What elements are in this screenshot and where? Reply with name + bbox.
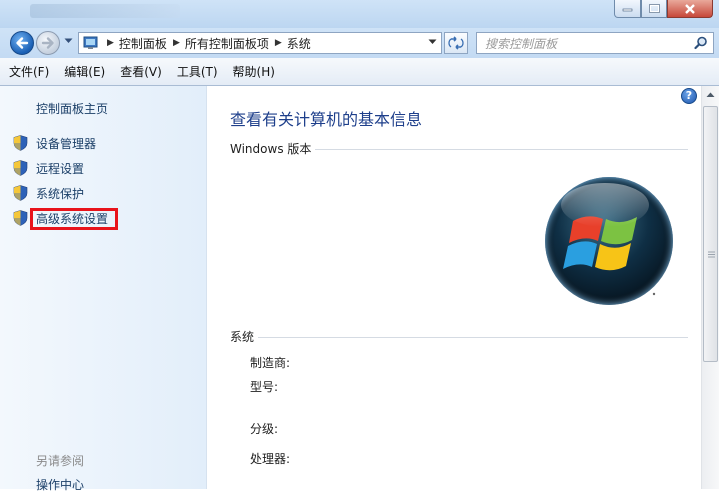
page-title: 查看有关计算机的基本信息 [230, 110, 423, 129]
content-pane: ? 查看有关计算机的基本信息 Windows 版本 系统 制造商: 型号: 分级… [207, 86, 701, 489]
minimize-icon [622, 8, 633, 11]
back-arrow-icon [16, 37, 29, 49]
minimize-button[interactable] [614, 0, 641, 18]
sidebar-item-device-manager[interactable]: 设备管理器 [13, 134, 96, 152]
refresh-icon [448, 36, 464, 50]
breadcrumb-item[interactable]: 所有控制面板项 ▶ [185, 35, 287, 52]
menu-view[interactable]: 查看(V) [120, 63, 162, 80]
menu-tools[interactable]: 工具(T) [177, 63, 218, 80]
scroll-up-arrow-icon[interactable] [704, 88, 717, 102]
breadcrumb-separator-icon[interactable]: ▶ [173, 38, 180, 48]
uac-shield-icon [13, 135, 28, 151]
menu-help[interactable]: 帮助(H) [233, 63, 275, 80]
sidebar-item-action-center[interactable]: 操作中心 [36, 476, 84, 493]
sidebar-item-label: 远程设置 [36, 161, 85, 176]
manufacturer-label: 制造商: [250, 356, 291, 370]
forward-button[interactable] [36, 31, 60, 55]
uac-shield-icon [13, 160, 28, 176]
sidebar-item-remote-settings[interactable]: 远程设置 [13, 159, 84, 177]
title-bar [0, 0, 719, 28]
windows-logo-icon [545, 177, 673, 305]
highlight-box [30, 208, 118, 230]
back-button[interactable] [10, 31, 34, 55]
uac-shield-icon [13, 210, 28, 226]
refresh-button[interactable] [444, 32, 468, 54]
address-toolbar: ▶ 控制面板 ▶ 所有控制面板项 ▶ 系统 [0, 28, 719, 58]
section-heading: Windows 版本 [230, 142, 312, 156]
section-divider [258, 337, 688, 338]
sidebar-item-label: 设备管理器 [36, 136, 97, 151]
menu-edit[interactable]: 编辑(E) [64, 63, 105, 80]
address-dropdown-icon[interactable] [428, 39, 437, 45]
help-icon[interactable]: ? [681, 88, 697, 104]
task-pane: 控制面板主页 设备管理器 远程设置 系统保护 高级系统设置 另请参阅 操作中心 [0, 86, 207, 492]
menu-file[interactable]: 文件(F) [9, 63, 49, 80]
processor-label: 处理器: [250, 452, 291, 466]
control-panel-icon [83, 36, 98, 49]
section-heading: 系统 [230, 330, 255, 344]
maximize-button[interactable] [641, 0, 667, 18]
search-icon[interactable] [694, 36, 708, 50]
forward-arrow-icon [41, 37, 54, 49]
maximize-icon [648, 4, 660, 13]
window-title-placeholder [30, 4, 180, 18]
sidebar-item-system-protection[interactable]: 系统保护 [13, 184, 84, 202]
model-label: 型号: [250, 380, 279, 394]
control-panel-home-link[interactable]: 控制面板主页 [36, 100, 108, 117]
vertical-scrollbar[interactable] [701, 86, 719, 489]
recent-pages-dropdown-icon[interactable] [64, 38, 73, 44]
close-button[interactable] [667, 0, 713, 18]
search-input[interactable] [483, 34, 687, 54]
menu-bar: 文件(F) 编辑(E) 查看(V) 工具(T) 帮助(H) [0, 58, 719, 86]
rating-label: 分级: [250, 422, 279, 436]
uac-shield-icon [13, 185, 28, 201]
breadcrumb-item[interactable]: 系统 [287, 35, 311, 52]
breadcrumb-separator-icon[interactable]: ▶ [275, 38, 282, 48]
breadcrumb-separator-icon[interactable]: ▶ [107, 38, 114, 48]
breadcrumb-item[interactable]: 控制面板 ▶ [119, 35, 185, 52]
close-icon [685, 3, 695, 14]
scroll-thumb[interactable] [703, 106, 718, 362]
search-box[interactable] [476, 32, 714, 54]
sidebar-item-label: 系统保护 [36, 186, 85, 201]
section-divider [315, 149, 688, 150]
scroll-grip-icon [708, 251, 715, 258]
windows-edition-section: Windows 版本 [230, 140, 688, 157]
system-section: 系统 [230, 328, 688, 345]
see-also-heading: 另请参阅 [36, 454, 85, 468]
address-bar[interactable]: ▶ 控制面板 ▶ 所有控制面板项 ▶ 系统 [78, 32, 442, 54]
